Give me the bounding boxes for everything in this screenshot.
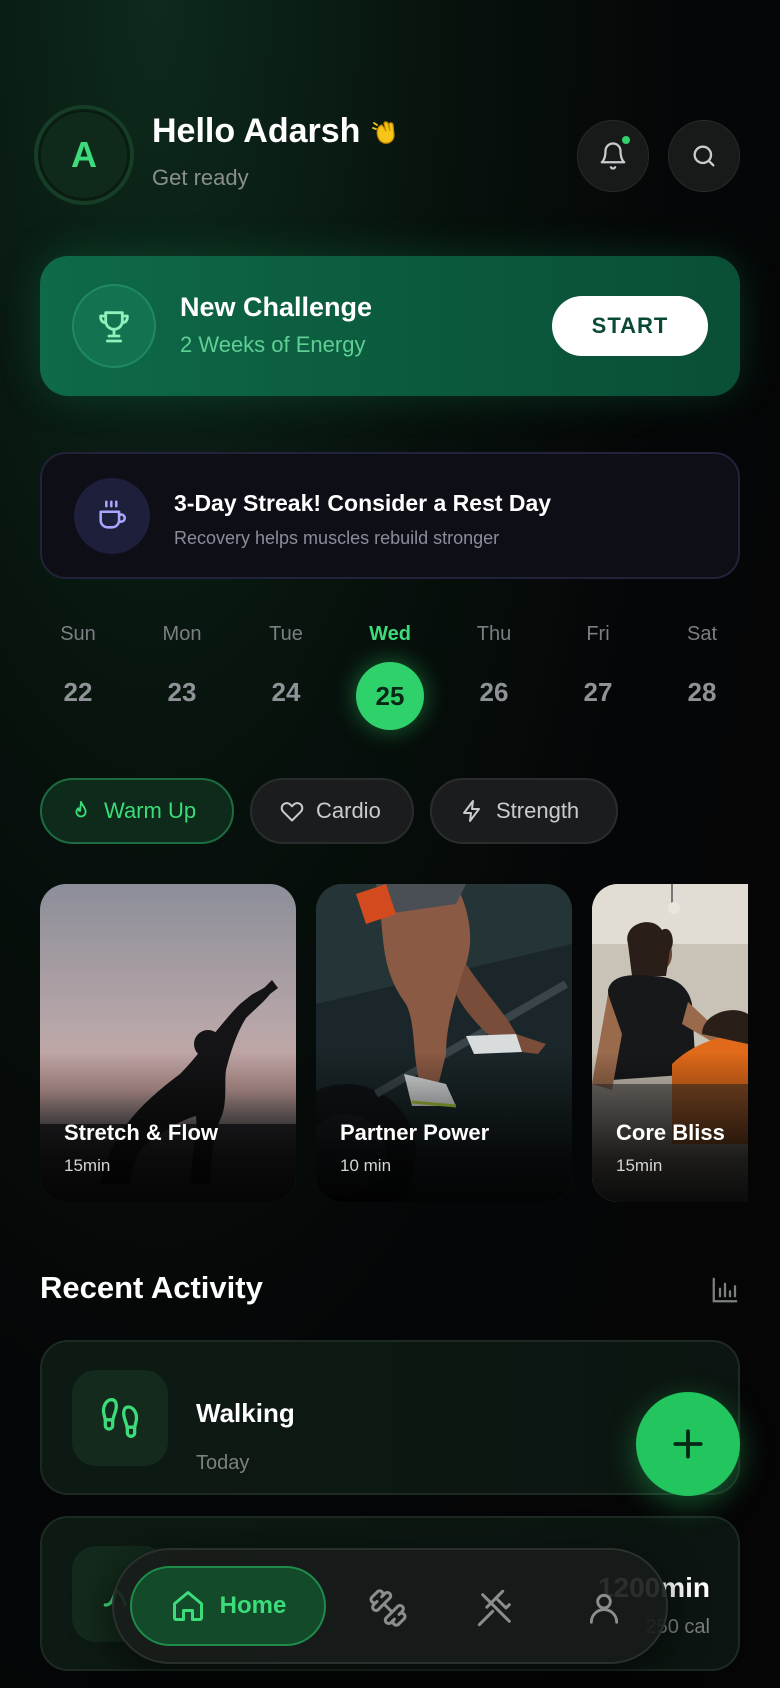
bar-chart-icon	[712, 1277, 738, 1303]
chip-label: Cardio	[316, 798, 381, 823]
nav-home-label: Home	[219, 1592, 287, 1619]
day-23[interactable]: 23	[142, 677, 222, 708]
day-name-wed: Wed	[369, 623, 411, 645]
bottom-navigation: Home	[112, 1548, 668, 1664]
day-22[interactable]: 22	[38, 677, 118, 708]
cup-badge	[74, 478, 150, 554]
day-name-sat: Sat	[686, 623, 718, 645]
workout-title: Core Bliss	[616, 1120, 725, 1145]
nav-profile[interactable]	[580, 1584, 628, 1632]
notification-dot	[620, 134, 632, 146]
waving-hand-icon	[372, 120, 396, 144]
workout-card-stretch[interactable]: Stretch & Flow 15min	[40, 884, 296, 1202]
workout-card-partner[interactable]: Partner Power 10 min	[316, 884, 572, 1202]
utensils-icon	[477, 1589, 511, 1627]
day-25-selected[interactable]: 25	[356, 662, 424, 730]
workout-card-core[interactable]: Core Bliss 15min	[592, 884, 748, 1202]
streak-title: 3-Day Streak! Consider a Rest Day	[174, 490, 552, 516]
activity-icon-box	[72, 1370, 168, 1466]
nav-workouts[interactable]	[364, 1584, 412, 1632]
heart-icon	[280, 802, 304, 822]
search-icon	[693, 145, 715, 167]
activity-item-walking[interactable]: Walking Today 0	[40, 1340, 740, 1495]
notifications-button[interactable]	[577, 120, 649, 192]
nav-nutrition[interactable]	[472, 1584, 520, 1632]
chip-cardio[interactable]: Cardio	[250, 778, 414, 844]
add-activity-button[interactable]	[636, 1392, 740, 1496]
start-button[interactable]: START	[552, 296, 708, 356]
workout-title: Partner Power	[340, 1120, 490, 1145]
lightning-icon	[463, 800, 480, 822]
trophy-badge	[72, 284, 156, 368]
greeting-text: Hello Adarsh	[152, 112, 361, 150]
day-27[interactable]: 27	[558, 677, 638, 708]
chip-warm-up[interactable]: Warm Up	[40, 778, 234, 844]
dumbbell-icon	[369, 1589, 407, 1627]
day-24[interactable]: 24	[246, 677, 326, 708]
workout-duration: 15min	[64, 1156, 111, 1175]
nav-home[interactable]: Home	[130, 1566, 326, 1646]
stats-button[interactable]	[710, 1275, 740, 1310]
day-26[interactable]: 26	[454, 677, 534, 708]
avatar[interactable]: A	[34, 105, 134, 205]
search-button[interactable]	[668, 120, 740, 192]
recent-activity-title: Recent Activity	[40, 1270, 263, 1305]
home-icon	[172, 1591, 203, 1621]
greeting: Hello Adarsh	[152, 112, 400, 151]
day-name-sun: Sun	[60, 623, 96, 645]
chip-strength[interactable]: Strength	[430, 778, 618, 844]
coffee-cup-icon	[99, 500, 127, 529]
footprints-icon	[101, 1398, 139, 1438]
day-name-mon: Mon	[162, 623, 202, 645]
challenge-card[interactable]: New Challenge 2 Weeks of Energy START	[40, 256, 740, 396]
flame-icon	[75, 800, 87, 818]
plus-icon	[673, 1429, 703, 1459]
activity-date: Today	[196, 1452, 250, 1474]
user-icon	[589, 1593, 619, 1624]
chip-label: Strength	[496, 798, 580, 823]
streak-card[interactable]: 3-Day Streak! Consider a Rest Day Recove…	[40, 452, 740, 579]
streak-subtitle: Recovery helps muscles rebuild stronger	[174, 528, 500, 548]
day-28[interactable]: 28	[662, 677, 742, 708]
greeting-subtitle: Get ready	[152, 165, 249, 190]
chip-label: Warm Up	[104, 798, 197, 823]
workout-duration: 10 min	[340, 1156, 392, 1175]
activity-title: Walking	[196, 1398, 295, 1428]
challenge-subtitle: 2 Weeks of Energy	[180, 332, 366, 357]
trophy-icon	[99, 311, 129, 343]
workout-duration: 15min	[616, 1156, 663, 1175]
day-name-fri: Fri	[586, 623, 610, 645]
day-name-tue: Tue	[269, 623, 303, 645]
avatar-initial: A	[71, 134, 97, 175]
workout-title: Stretch & Flow	[64, 1120, 219, 1145]
day-name-thu: Thu	[476, 623, 512, 645]
challenge-title: New Challenge	[180, 292, 373, 322]
